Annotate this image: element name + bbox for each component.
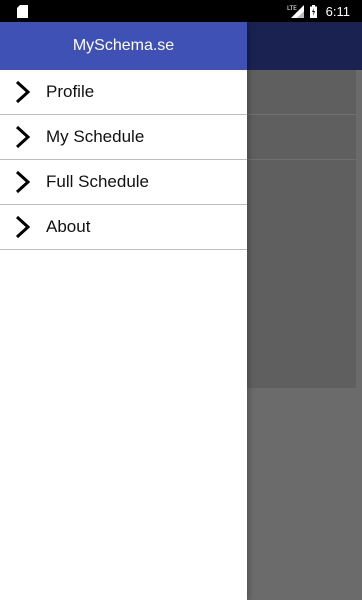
menu-item-label: Profile xyxy=(46,82,95,101)
menu-item-label: My Schedule xyxy=(46,127,145,146)
status-icons: LTE 6:11 xyxy=(287,0,350,22)
sd-card-icon xyxy=(17,5,28,18)
chevron-right-icon xyxy=(15,125,31,149)
menu-item-full-schedule[interactable]: Full Schedule xyxy=(0,160,247,205)
chevron-right-icon xyxy=(15,80,31,104)
drawer-header: MySchema.se xyxy=(0,22,247,70)
status-bar: LTE 6:11 xyxy=(0,0,362,22)
phone-screen: LTE 6:11 MySchema.se Profile My Schedule… xyxy=(0,0,362,600)
menu-item-label: Full Schedule xyxy=(46,172,150,191)
battery-icon xyxy=(309,4,317,18)
menu-item-profile[interactable]: Profile xyxy=(0,70,247,115)
chevron-right-icon xyxy=(15,215,31,239)
lte-signal-icon: LTE xyxy=(287,5,304,18)
menu-item-about[interactable]: About xyxy=(0,205,247,250)
menu-item-label: About xyxy=(46,217,91,236)
navigation-drawer: MySchema.se Profile My Schedule Full Sch… xyxy=(0,22,247,600)
menu-item-my-schedule[interactable]: My Schedule xyxy=(0,115,247,160)
chevron-right-icon xyxy=(15,170,31,194)
svg-text:LTE: LTE xyxy=(287,5,297,12)
status-clock: 6:11 xyxy=(325,3,350,19)
drawer-title: MySchema.se xyxy=(72,37,175,54)
